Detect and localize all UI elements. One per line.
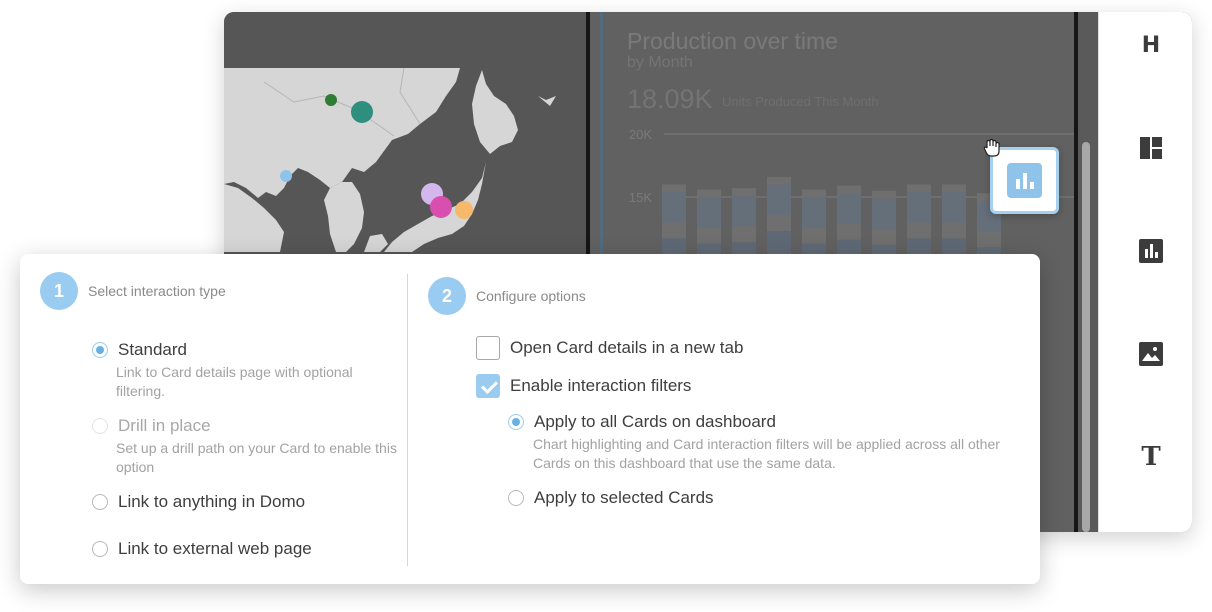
option-link-web[interactable]: Link to external web page xyxy=(92,539,312,559)
option-standard-desc: Link to Card details page with optional … xyxy=(116,364,353,399)
heading-icon[interactable]: H xyxy=(1139,33,1163,58)
y-tick-label: 15K xyxy=(629,190,652,205)
option-standard-label: Standard xyxy=(118,340,187,359)
column-separator xyxy=(407,274,408,566)
option-link-web-label: Link to external web page xyxy=(118,539,312,558)
option-apply-all[interactable]: Apply to all Cards on dashboard xyxy=(508,412,776,432)
step-label: Select interaction type xyxy=(88,283,226,299)
option-link-domo[interactable]: Link to anything in Domo xyxy=(92,492,305,512)
map-bubble[interactable] xyxy=(325,94,337,106)
option-enable-filters-label: Enable interaction filters xyxy=(510,376,692,395)
image-icon[interactable] xyxy=(1139,342,1163,366)
hand-cursor-icon xyxy=(983,138,1000,157)
step-number: 2 xyxy=(428,277,466,315)
option-drill[interactable]: Drill in place xyxy=(92,416,211,436)
map-bubble[interactable] xyxy=(351,101,373,123)
checkbox-enable-filters[interactable] xyxy=(476,374,500,398)
card-divider xyxy=(1074,12,1078,532)
bar-chart-icon xyxy=(1007,163,1042,198)
map-bubble[interactable] xyxy=(430,196,452,218)
interaction-dialog: 1 Select interaction type Standard Link … xyxy=(20,254,1040,584)
option-drill-label: Drill in place xyxy=(118,416,211,435)
option-apply-all-label: Apply to all Cards on dashboard xyxy=(534,412,776,431)
option-apply-selected[interactable]: Apply to selected Cards xyxy=(508,488,714,508)
y-tick-label: 20K xyxy=(629,127,652,142)
option-standard[interactable]: Standard xyxy=(92,340,187,360)
map-bubble[interactable] xyxy=(455,201,473,219)
radio-drill[interactable] xyxy=(92,418,108,434)
radio-apply-selected[interactable] xyxy=(508,490,524,506)
radio-apply-all[interactable] xyxy=(508,414,524,430)
radio-link-domo[interactable] xyxy=(92,494,108,510)
option-open-new-tab-label: Open Card details in a new tab xyxy=(510,338,744,357)
bar-chart-icon[interactable] xyxy=(1139,239,1163,263)
option-enable-filters[interactable]: Enable interaction filters xyxy=(476,374,691,398)
editor-sidebar: H T xyxy=(1098,12,1192,532)
option-drill-desc: Set up a drill path on your Card to enab… xyxy=(116,440,397,475)
step-label: Configure options xyxy=(476,288,586,304)
radio-link-web[interactable] xyxy=(92,541,108,557)
scrollbar[interactable] xyxy=(1082,142,1090,532)
option-open-new-tab[interactable]: Open Card details in a new tab xyxy=(476,336,743,360)
text-icon[interactable]: T xyxy=(1139,442,1163,472)
step-2: 2 Configure options xyxy=(428,277,586,315)
option-link-domo-label: Link to anything in Domo xyxy=(118,492,306,511)
map-bubble[interactable] xyxy=(280,170,292,182)
step-1: 1 Select interaction type xyxy=(40,272,226,310)
radio-standard[interactable] xyxy=(92,342,108,358)
layout-icon[interactable] xyxy=(1139,136,1163,160)
checkbox-open-new-tab[interactable] xyxy=(476,336,500,360)
option-apply-selected-label: Apply to selected Cards xyxy=(534,488,714,507)
stage: Production over time by Month 18.09K Uni… xyxy=(0,0,1212,612)
option-apply-all-desc: Chart highlighting and Card interaction … xyxy=(533,436,1000,471)
step-number: 1 xyxy=(40,272,78,310)
